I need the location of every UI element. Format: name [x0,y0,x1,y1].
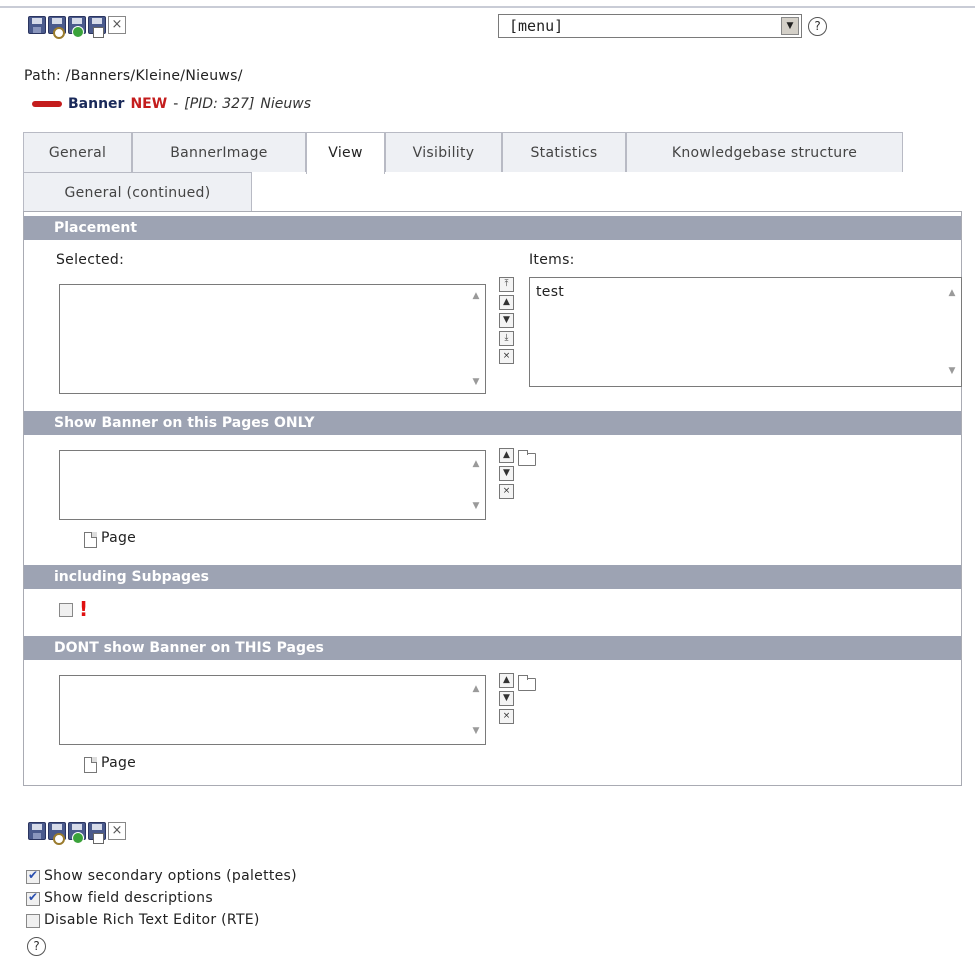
record-dash: - [173,96,179,112]
page-link[interactable]: Page [101,755,136,771]
move-up-icon[interactable]: ▲ [499,295,514,310]
tab-knowledgebase-structure[interactable]: Knowledgebase structure [626,132,903,172]
remove-icon[interactable]: × [499,349,514,364]
help-icon[interactable]: ? [808,17,827,36]
items-listbox[interactable]: test ▲ ▼ [529,277,962,387]
record-status: NEW [130,96,168,112]
save-and-close-icon[interactable] [88,822,106,844]
breadcrumb: Path: /Banners/Kleine/Nieuws/ [24,68,243,84]
scroll-down-icon[interactable]: ▼ [469,501,483,511]
save-and-view-icon[interactable] [48,822,66,845]
close-icon[interactable]: × [108,16,126,34]
save-and-new-icon[interactable] [68,16,86,37]
remove-icon[interactable]: × [499,484,514,499]
page-icon [84,757,97,773]
record-page: Nieuws [260,96,312,112]
help-icon[interactable]: ? [27,937,46,956]
scroll-up-icon[interactable]: ▲ [945,288,959,298]
dont-show-header: DONT show Banner on THIS Pages [24,636,961,660]
tab-statistics[interactable]: Statistics [502,132,626,172]
record-type-icon [32,101,62,107]
field-descriptions-checkbox[interactable] [26,890,40,906]
tab-general[interactable]: General [23,132,132,172]
tab-view[interactable]: View [306,132,385,174]
disable-rte-checkbox[interactable] [26,914,40,928]
close-icon[interactable]: × [108,822,126,840]
save-and-view-icon[interactable] [48,16,66,39]
move-top-icon[interactable]: ⤒ [499,277,514,292]
page-link[interactable]: Page [101,530,136,546]
record-pid: [PID: 327] [184,96,255,112]
tab-visibility[interactable]: Visibility [385,132,502,172]
show-only-header: Show Banner on this Pages ONLY [24,411,961,435]
save-icon[interactable] [28,822,46,840]
selected-listbox[interactable]: ▲ ▼ [59,284,486,394]
scroll-down-icon[interactable]: ▼ [469,726,483,736]
folder-icon[interactable] [518,450,536,466]
save-icon[interactable] [28,16,46,34]
menu-select[interactable]: [menu] ▼ [498,14,802,38]
alert-icon: ! [79,597,89,621]
subpages-header: including Subpages [24,565,961,589]
tab-general-continued[interactable]: General (continued) [23,172,252,212]
move-down-icon[interactable]: ▼ [499,691,514,706]
move-up-icon[interactable]: ▲ [499,673,514,688]
scroll-down-icon[interactable]: ▼ [945,366,959,376]
tab-bannerimage[interactable]: BannerImage [132,132,306,172]
folder-icon[interactable] [518,675,536,691]
move-up-icon[interactable]: ▲ [499,448,514,463]
secondary-options-checkbox[interactable] [26,868,40,884]
items-option[interactable]: test [536,284,564,300]
bottom-toolbar: × [28,822,126,845]
form-panel: Placement Selected: Items: ▲ ▼ ⤒ ▲ ▼ ⤓ ×… [23,211,962,786]
scroll-up-icon[interactable]: ▲ [469,291,483,301]
show-only-listbox[interactable]: ▲ ▼ [59,450,486,520]
disable-rte-label: Disable Rich Text Editor (RTE) [44,912,260,928]
page-icon [84,532,97,548]
save-and-new-icon[interactable] [68,822,86,843]
secondary-options-label: Show secondary options (palettes) [44,868,297,884]
top-divider [0,6,975,8]
scroll-down-icon[interactable]: ▼ [469,377,483,387]
move-bottom-icon[interactable]: ⤓ [499,331,514,346]
selected-label: Selected: [56,252,125,268]
record-title: Banner NEW - [PID: 327] Nieuws [32,96,311,112]
scroll-up-icon[interactable]: ▲ [469,684,483,694]
field-descriptions-label: Show field descriptions [44,890,213,906]
move-down-icon[interactable]: ▼ [499,313,514,328]
subpages-checkbox[interactable] [59,603,73,617]
record-type: Banner [68,96,125,112]
move-down-icon[interactable]: ▼ [499,466,514,481]
scroll-up-icon[interactable]: ▲ [469,459,483,469]
save-and-close-icon[interactable] [88,16,106,38]
menu-select-value: [menu] [509,17,564,35]
dont-show-listbox[interactable]: ▲ ▼ [59,675,486,745]
remove-icon[interactable]: × [499,709,514,724]
items-label: Items: [529,252,575,268]
chevron-down-icon[interactable]: ▼ [781,17,799,35]
placement-header: Placement [24,216,961,240]
top-toolbar: × [28,16,126,39]
